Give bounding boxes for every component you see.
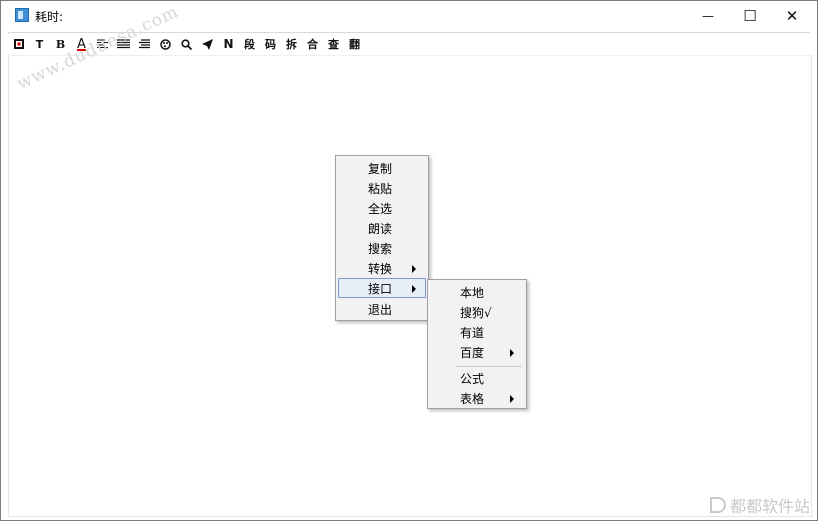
submenu-arrow-icon xyxy=(412,285,416,293)
merge-label: 合 xyxy=(307,38,318,51)
menu-item-label: 搜索 xyxy=(368,241,393,256)
n-label: N xyxy=(223,37,234,51)
submenu-item-label: 百度 xyxy=(460,345,485,360)
menu-item-label: 转换 xyxy=(368,261,393,276)
code-button[interactable]: 码 xyxy=(260,34,281,54)
split-label: 拆 xyxy=(286,38,297,51)
submenu-item-label: 表格 xyxy=(460,391,485,406)
close-button[interactable]: ✕ xyxy=(769,1,815,30)
submenu-item-label: 本地 xyxy=(460,285,485,300)
menu-item-convert[interactable]: 转换 xyxy=(338,258,426,278)
window-title: 耗时: xyxy=(35,10,64,24)
minimize-icon: — xyxy=(702,8,714,23)
menu-item-interface[interactable]: 接口 xyxy=(338,278,426,298)
submenu-item-local[interactable]: 本地 xyxy=(430,282,524,302)
lookup-button[interactable]: 查 xyxy=(323,34,344,54)
menu-item-label: 粘贴 xyxy=(368,181,393,196)
menu-item-label: 接口 xyxy=(368,281,393,296)
submenu-item-label: 公式 xyxy=(460,371,485,386)
minimize-button[interactable]: — xyxy=(685,1,731,30)
submenu-item-baidu[interactable]: 百度 xyxy=(430,342,524,362)
n-button[interactable]: N xyxy=(218,34,239,54)
watermark-d-icon xyxy=(709,497,726,513)
translate-button[interactable]: 翻 xyxy=(344,34,365,54)
menu-item-search[interactable]: 搜索 xyxy=(338,238,426,258)
split-button[interactable]: 拆 xyxy=(281,34,302,54)
code-label: 码 xyxy=(265,38,276,51)
submenu-arrow-icon xyxy=(510,349,514,357)
submenu-item-sogou[interactable]: 搜狗√ xyxy=(430,302,524,322)
paragraph-button[interactable]: 段 xyxy=(239,34,260,54)
menu-separator xyxy=(456,366,522,367)
submenu-item-formula[interactable]: 公式 xyxy=(430,368,524,388)
maximize-button[interactable]: ☐ xyxy=(727,1,773,30)
menu-item-label: 朗读 xyxy=(368,221,393,236)
interface-submenu: 本地 搜狗√ 有道 百度 公式 表格 xyxy=(427,279,527,409)
submenu-item-label: 搜狗√ xyxy=(460,305,492,320)
menu-item-copy[interactable]: 复制 xyxy=(338,158,426,178)
menu-item-exit[interactable]: 退出 xyxy=(338,299,426,319)
menu-item-read-aloud[interactable]: 朗读 xyxy=(338,218,426,238)
menu-item-select-all[interactable]: 全选 xyxy=(338,198,426,218)
search-icon[interactable] xyxy=(176,34,197,54)
submenu-item-label: 有道 xyxy=(460,325,485,340)
frame-icon[interactable] xyxy=(8,34,29,54)
submenu-arrow-icon xyxy=(510,395,514,403)
watermark-text: 都都软件站 xyxy=(729,497,810,516)
menu-item-label: 退出 xyxy=(368,302,393,317)
send-icon[interactable] xyxy=(197,34,218,54)
menu-item-paste[interactable]: 粘贴 xyxy=(338,178,426,198)
submenu-item-table[interactable]: 表格 xyxy=(430,388,524,408)
close-icon: ✕ xyxy=(785,6,799,25)
merge-button[interactable]: 合 xyxy=(302,34,323,54)
translate-label: 翻 xyxy=(349,38,360,51)
text-t-label: T xyxy=(35,37,44,51)
maximize-icon: ☐ xyxy=(743,6,757,25)
watermark-logo: 都都软件站 xyxy=(709,493,810,517)
menu-item-label: 全选 xyxy=(368,201,393,216)
palette-icon[interactable] xyxy=(155,34,176,54)
app-icon xyxy=(15,8,29,22)
bold-label: B xyxy=(55,37,66,51)
context-menu: 复制 粘贴 全选 朗读 搜索 转换 接口 退出 xyxy=(335,155,429,321)
lookup-label: 查 xyxy=(328,38,339,51)
submenu-arrow-icon xyxy=(412,265,416,273)
menu-item-label: 复制 xyxy=(368,161,393,176)
text-t-button[interactable]: T xyxy=(29,34,50,54)
paragraph-label: 段 xyxy=(244,38,255,51)
submenu-item-youdao[interactable]: 有道 xyxy=(430,322,524,342)
